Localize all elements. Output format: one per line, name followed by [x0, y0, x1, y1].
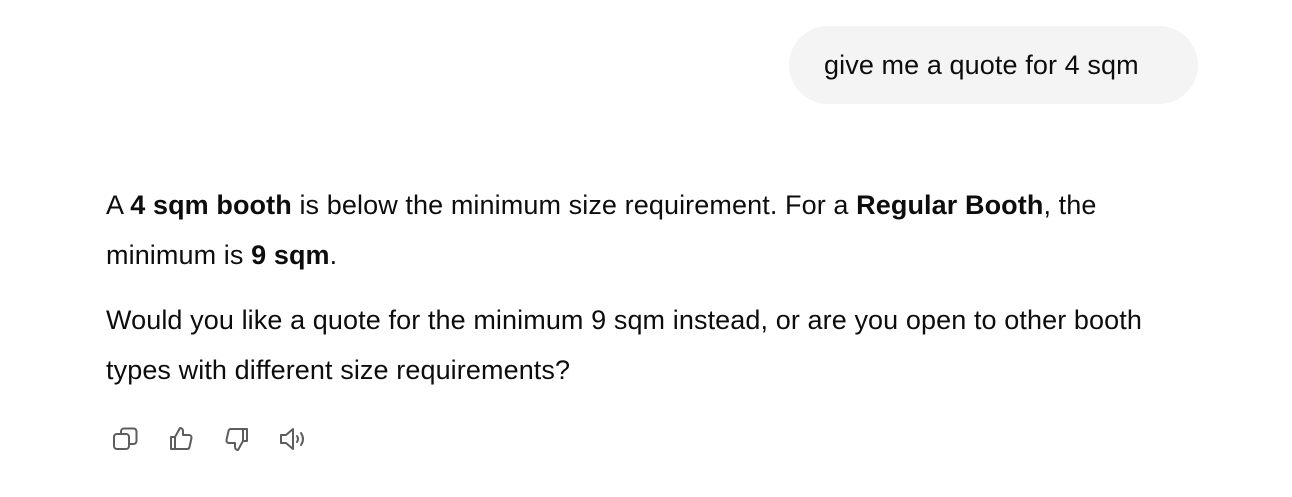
- assistant-paragraph-2: Would you like a quote for the minimum 9…: [106, 305, 1142, 385]
- copy-icon: [113, 427, 138, 450]
- assistant-bold-text: 9 sqm: [251, 240, 330, 270]
- thumbs-up-icon: [170, 427, 193, 450]
- thumbs-up-button[interactable]: [166, 424, 196, 454]
- assistant-message: A 4 sqm booth is below the minimum size …: [106, 180, 1206, 395]
- assistant-bold-text: 4 sqm booth: [130, 190, 292, 220]
- assistant-paragraph-1: A 4 sqm booth is below the minimum size …: [106, 180, 1206, 280]
- assistant-text: A: [106, 190, 131, 220]
- thumbs-down-icon: [225, 428, 248, 451]
- user-message-bubble: give me a quote for 4 sqm: [789, 26, 1198, 104]
- speaker-icon: [280, 428, 304, 450]
- read-aloud-button[interactable]: [278, 424, 308, 454]
- assistant-text: .: [329, 240, 338, 270]
- copy-button[interactable]: [110, 424, 140, 454]
- assistant-bold-text: Regular Booth: [856, 190, 1044, 220]
- assistant-text: is below the minimum size requirement. F…: [291, 190, 857, 220]
- thumbs-down-button[interactable]: [222, 424, 252, 454]
- message-actions-bar: [110, 424, 334, 454]
- user-message-text: give me a quote for 4 sqm: [824, 49, 1139, 80]
